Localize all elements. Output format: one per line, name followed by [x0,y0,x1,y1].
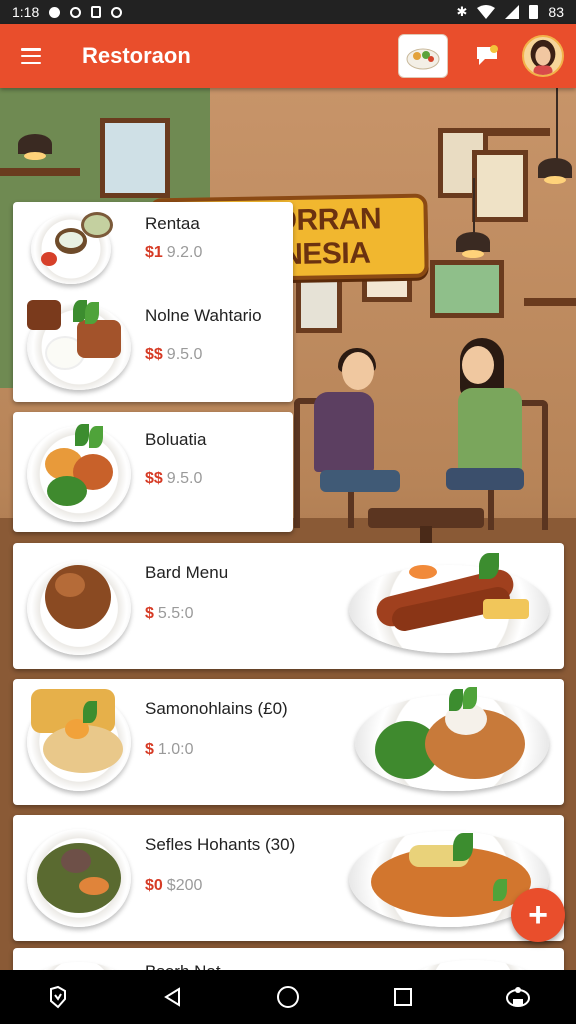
menu-item-price: $5.5:0 [145,605,194,622]
sync-icon [70,6,82,18]
app-bar: Restoraon [0,24,576,88]
menu-item-name: Rentaa [145,214,200,233]
menu-item-name: Boluatia [145,430,207,449]
menu-card[interactable]: Sefles Hohants (30) $0 $200 [13,815,564,941]
avatar[interactable] [522,35,564,77]
status-bar: 1:18 ✱ 83 [0,0,576,24]
menu-item-name: Samonohlains (£0) [145,699,288,718]
assistant-icon[interactable] [34,973,82,1021]
menu-item-price: $$ 9.5.0 [145,346,203,363]
battery-icon [529,5,539,19]
menu-card[interactable]: Rentaa $1 9.2.0 Nolne Wahtario $$ 9.5.0 [13,202,293,402]
menu-item-price: $1 9.2.0 [145,244,203,261]
menu-item-price: $1.0:0 [145,741,194,758]
navigation-bar [0,970,576,1024]
home-circle-icon[interactable] [264,973,312,1021]
accessibility-icon[interactable] [494,973,542,1021]
menu-card[interactable]: Bard Menu $5.5:0 [13,543,564,669]
chat-bubble-icon[interactable] [470,39,504,73]
recents-square-icon[interactable] [379,973,427,1021]
hamburger-icon[interactable] [0,24,62,88]
back-triangle-icon[interactable] [149,973,197,1021]
menu-card[interactable]: Samonohlains (£0) $1.0:0 [13,679,564,805]
menu-item-name: Sefles Hohants (30) [145,835,296,854]
menu-item-price: $$ 9.5.0 [145,470,203,487]
app-title: Restoraon [82,43,191,68]
notification-dot-icon [49,6,61,18]
app-screen: 1:18 ✱ 83 Restoraon Rentaa $1 9.2.0 Noln… [0,0,576,1024]
plus-icon[interactable]: + [511,888,565,942]
status-time: 1:18 [12,4,40,20]
sim-icon [91,6,102,18]
battery-level: 83 [548,4,564,20]
circle-notification-icon [111,6,123,18]
menu-item-name: Bard Menu [145,563,229,582]
menu-item-price: $0 $200 [145,877,203,894]
menu-item-name: Nolne Wahtario [145,306,262,325]
bluetooth-icon: ✱ [456,4,468,19]
menu-card[interactable]: Boluatia $$ 9.5.0 [13,412,293,532]
wifi-icon [477,5,496,19]
food-bowl-icon[interactable] [398,34,448,78]
signal-icon [505,5,520,19]
